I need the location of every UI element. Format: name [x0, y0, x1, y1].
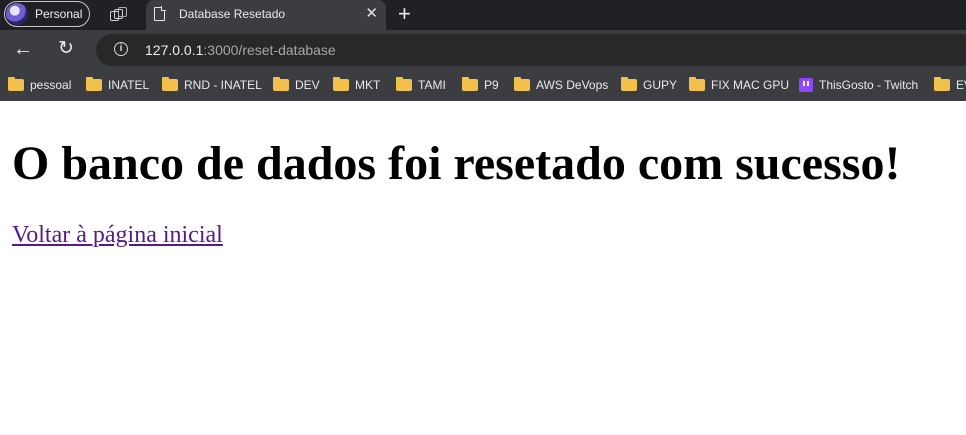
folder-icon — [396, 77, 412, 91]
folder-icon — [514, 77, 530, 91]
bookmark-label: DEV — [295, 78, 320, 92]
bookmarks-bar: pessoal INATEL RND - INATEL DEV MKT TAMI… — [0, 70, 966, 101]
twitch-icon — [799, 78, 813, 92]
folder-icon — [934, 77, 950, 91]
folder-icon — [273, 77, 289, 91]
bookmark-label: EV — [956, 78, 966, 92]
folder-icon — [621, 77, 637, 91]
bookmark-thisgosto-twitch[interactable]: ThisGosto - Twitch — [799, 78, 918, 92]
bookmark-label: TAMI — [418, 78, 446, 92]
address-bar[interactable]: i 127.0.0.1:3000/reset-database — [96, 34, 966, 66]
page-content: O banco de dados foi resetado com sucess… — [12, 140, 900, 249]
tab-strip: Personal Database Resetado ✕ + — [0, 0, 966, 30]
url-host: 127.0.0.1 — [145, 42, 204, 58]
bookmark-aws-devops[interactable]: AWS DeVops — [514, 77, 609, 92]
bookmark-rnd-inatel[interactable]: RND - INATEL — [162, 77, 262, 92]
tab-actions-icon[interactable] — [108, 6, 127, 24]
bookmark-label: INATEL — [108, 78, 150, 92]
profile-label: Personal — [35, 7, 83, 21]
folder-icon — [689, 77, 705, 91]
bookmark-label: RND - INATEL — [184, 78, 262, 92]
bookmark-label: ThisGosto - Twitch — [819, 78, 919, 92]
tab-database-resetado[interactable]: Database Resetado ✕ — [146, 0, 386, 30]
bookmark-label: AWS DeVops — [536, 78, 609, 92]
bookmark-label: FIX MAC GPU — [711, 78, 790, 92]
bookmark-dev[interactable]: DEV — [273, 77, 320, 92]
page-title: O banco de dados foi resetado com sucess… — [12, 137, 901, 190]
bookmark-label: P9 — [484, 78, 499, 92]
bookmark-p9[interactable]: P9 — [462, 77, 499, 92]
toolbar: ← ↻ i 127.0.0.1:3000/reset-database — [0, 30, 966, 70]
url-path: :3000/reset-database — [203, 42, 336, 58]
folder-icon — [162, 77, 178, 91]
bookmark-label: GUPY — [643, 78, 678, 92]
tab-title: Database Resetado — [179, 7, 286, 21]
new-tab-button[interactable]: + — [398, 2, 411, 26]
profile-button[interactable]: Personal — [4, 1, 90, 27]
back-to-home-link[interactable]: Voltar à página inicial — [12, 222, 900, 249]
bookmark-fix-mac-gpu[interactable]: FIX MAC GPU — [689, 77, 790, 92]
bookmark-mkt[interactable]: MKT — [333, 77, 381, 92]
info-icon[interactable]: i — [114, 42, 128, 56]
bookmark-gupy[interactable]: GUPY — [621, 77, 678, 92]
bookmark-label: MKT — [355, 78, 381, 92]
folder-icon — [333, 77, 349, 91]
page-viewport-edge — [0, 101, 966, 109]
bookmark-ev[interactable]: EV — [934, 77, 966, 92]
folder-icon — [462, 77, 478, 91]
page-icon — [154, 6, 166, 21]
bookmark-inatel[interactable]: INATEL — [86, 77, 150, 92]
bookmark-pessoal[interactable]: pessoal — [8, 77, 72, 92]
close-icon[interactable]: ✕ — [365, 5, 378, 23]
bookmark-tami[interactable]: TAMI — [396, 77, 446, 92]
url-text[interactable]: 127.0.0.1:3000/reset-database — [145, 42, 336, 58]
folder-icon — [8, 77, 24, 91]
reload-icon[interactable]: ↻ — [58, 39, 74, 59]
avatar — [6, 3, 28, 25]
back-arrow-icon[interactable]: ← — [13, 39, 33, 59]
folder-icon — [86, 77, 102, 91]
bookmark-label: pessoal — [30, 78, 72, 92]
